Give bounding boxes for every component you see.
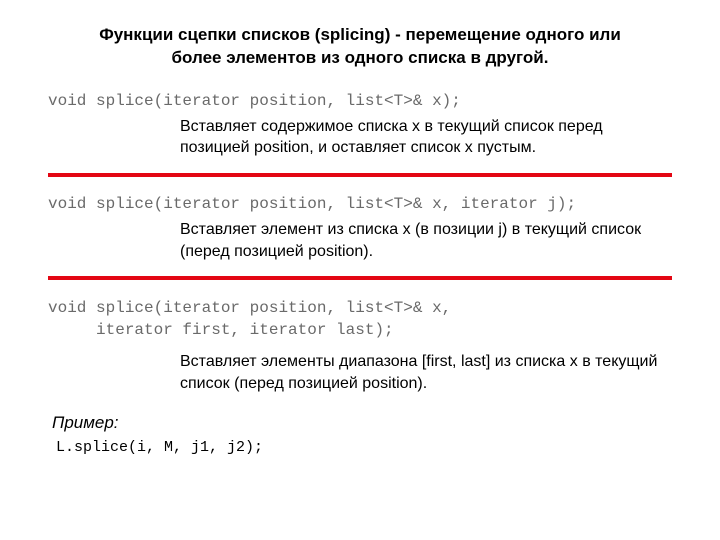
divider-1 (48, 173, 672, 177)
example-code: L.splice(i, M, j1, j2); (56, 439, 672, 456)
code-signature-2: void splice(iterator position, list<T>& … (48, 195, 672, 213)
code-signature-1: void splice(iterator position, list<T>& … (48, 92, 672, 110)
description-1: Вставляет содержимое списка x в текущий … (180, 116, 672, 159)
page-title: Функции сцепки списков (splicing) - пере… (80, 24, 640, 70)
divider-2 (48, 276, 672, 280)
section-2: void splice(iterator position, list<T>& … (48, 195, 672, 262)
code-signature-3: void splice(iterator position, list<T>& … (48, 298, 672, 341)
example-label: Пример: (52, 413, 672, 433)
description-3: Вставляет элементы диапазона [first, las… (180, 351, 672, 394)
description-2: Вставляет элемент из списка x (в позиции… (180, 219, 672, 262)
section-3: void splice(iterator position, list<T>& … (48, 298, 672, 394)
section-1: void splice(iterator position, list<T>& … (48, 92, 672, 159)
